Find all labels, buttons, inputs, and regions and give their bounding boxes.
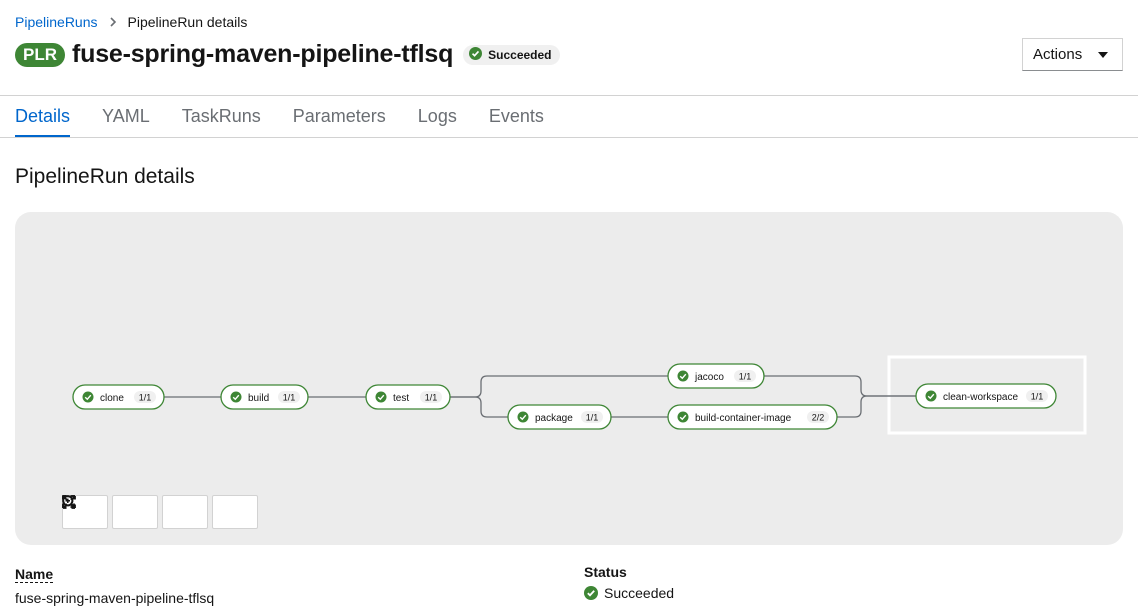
section-title: PipelineRun details: [15, 165, 195, 188]
actions-dropdown[interactable]: Actions: [1022, 38, 1123, 71]
task-count-label: 1/1: [139, 393, 152, 403]
status-badge-label: Succeeded: [488, 47, 552, 62]
check-circle-icon: [230, 391, 242, 403]
page-title: fuse-spring-maven-pipeline-tflsq: [72, 40, 454, 68]
task-node-label: build: [248, 393, 269, 404]
pipeline-task-node-package[interactable]: package 1/1: [507, 404, 612, 430]
pipeline-task-node-clean-workspace[interactable]: clean-workspace 1/1: [915, 383, 1057, 409]
check-circle-icon: [677, 411, 689, 423]
actions-label: Actions: [1033, 46, 1083, 63]
breadcrumb: PipelineRuns PipelineRun details: [15, 14, 247, 30]
divider: [0, 137, 1138, 138]
pipeline-graph[interactable]: clone 1/1 build 1/1 test 1/1 jacoco 1/1 package 1…: [15, 212, 1123, 545]
task-node-label: package: [535, 413, 573, 424]
zoom-controls: [62, 495, 262, 529]
graph-edge: [837, 395, 916, 418]
reset-view-button[interactable]: [62, 495, 258, 529]
name-value: fuse-spring-maven-pipeline-tflsq: [15, 590, 215, 606]
tab-logs[interactable]: Logs: [418, 96, 457, 138]
graph-edge: [450, 396, 508, 418]
pipeline-task-node-test[interactable]: test 1/1: [365, 384, 451, 410]
status-label: Status: [584, 564, 627, 580]
status-value-label: Succeeded: [604, 585, 675, 601]
caret-down-icon: [1098, 51, 1108, 58]
check-circle-icon: [469, 46, 483, 63]
task-node-label: test: [393, 393, 409, 404]
zoom-out-button[interactable]: [62, 495, 158, 529]
tab-taskruns[interactable]: TaskRuns: [182, 96, 261, 138]
pipeline-task-node-jacoco[interactable]: jacoco 1/1: [667, 363, 765, 389]
resource-badge: PLR: [15, 42, 65, 67]
breadcrumb-pipelineruns-link[interactable]: PipelineRuns: [15, 14, 98, 30]
status-badge: Succeeded: [463, 44, 560, 65]
pipeline-task-node-build[interactable]: build 1/1: [220, 384, 309, 410]
task-count-label: 1/1: [283, 393, 296, 403]
task-count-label: 1/1: [1031, 392, 1044, 402]
pipeline-task-node-build-container-image[interactable]: build-container-image 2/2: [667, 404, 838, 430]
task-count-label: 1/1: [739, 372, 752, 382]
task-count-label: 1/1: [425, 393, 438, 403]
breadcrumb-current: PipelineRun details: [127, 14, 248, 30]
pipeline-task-node-clone[interactable]: clone 1/1: [72, 384, 165, 410]
task-node-label: jacoco: [694, 372, 724, 383]
check-circle-icon: [677, 370, 689, 382]
tab-events[interactable]: Events: [489, 96, 544, 138]
task-count-label: 1/1: [586, 413, 599, 423]
status-value: Succeeded: [584, 585, 674, 601]
task-count-label: 2/2: [812, 413, 825, 423]
tab-yaml[interactable]: YAML: [102, 96, 150, 138]
tab-details[interactable]: Details: [15, 96, 71, 138]
task-node-label: build-container-image: [695, 413, 792, 424]
task-node-label: clone: [100, 393, 124, 404]
graph-edge: [450, 375, 668, 398]
name-label: Name: [15, 566, 54, 583]
check-circle-icon: [375, 391, 387, 403]
task-node-label: clean-workspace: [943, 392, 1018, 403]
tab-parameters[interactable]: Parameters: [293, 96, 386, 138]
tab-bar: Details YAML TaskRuns Parameters Logs Ev…: [15, 96, 576, 138]
graph-edge: [764, 375, 916, 397]
chevron-right-icon: [109, 17, 117, 27]
check-circle-icon: [925, 390, 937, 402]
fit-to-screen-button[interactable]: [62, 495, 208, 529]
check-circle-icon: [82, 391, 94, 403]
page-header: PLR fuse-spring-maven-pipeline-tflsq Suc…: [15, 40, 560, 69]
check-circle-icon: [584, 586, 598, 600]
check-circle-icon: [517, 411, 529, 423]
